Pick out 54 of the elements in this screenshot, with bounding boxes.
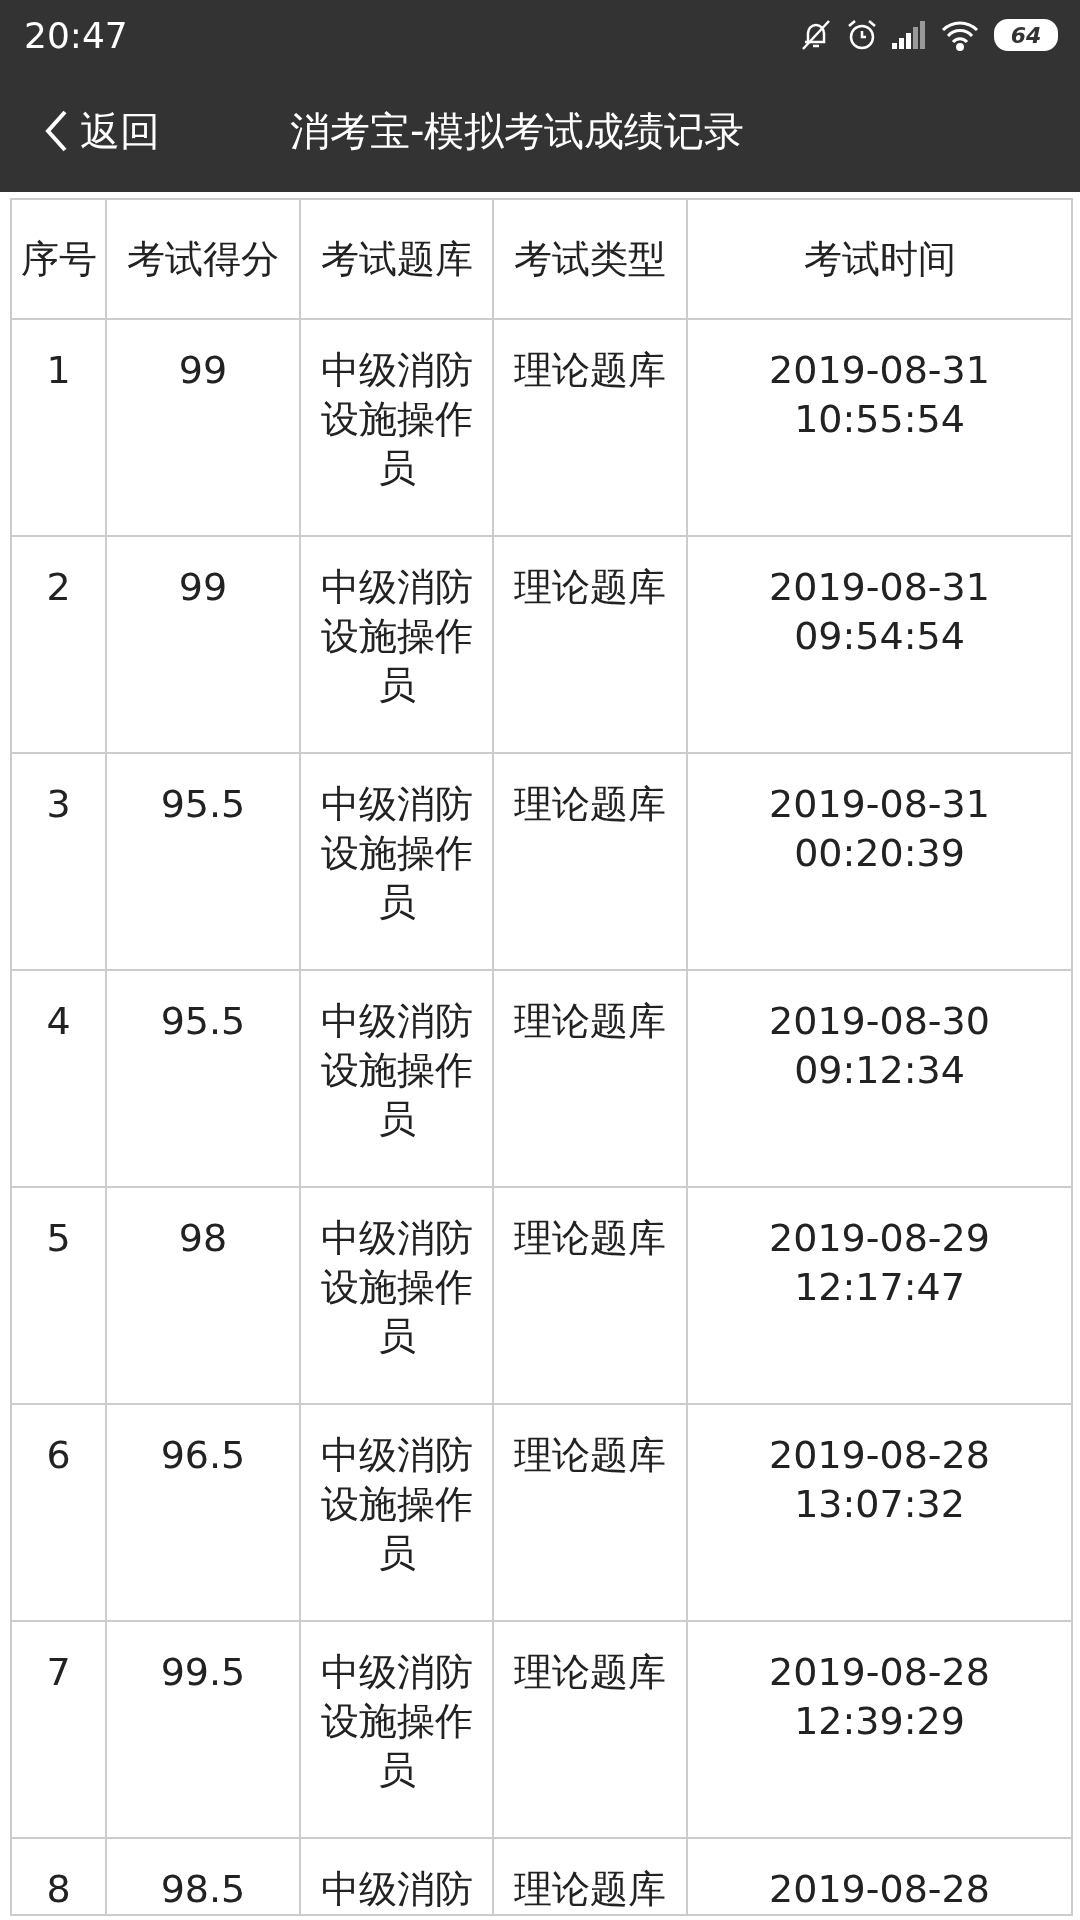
table-cell-text: 1 <box>46 347 71 394</box>
table-cell-text: 2019-08-30 09:12:34 <box>768 998 991 1094</box>
clock-time: 20:47 <box>24 14 128 56</box>
table-cell-text: 4 <box>46 998 71 1045</box>
table-cell-text: 99 <box>178 347 228 394</box>
table-cell-text: 2019-08-31 09:54:54 <box>768 564 991 660</box>
table-cell-text: 99 <box>178 564 228 611</box>
table-cell-text: 2019-08-28 13:07:32 <box>768 1432 991 1528</box>
table-cell-text: 2019-08-28 12:39:29 <box>768 1649 991 1745</box>
alarm-icon <box>846 18 878 52</box>
signal-icon <box>892 21 926 49</box>
column-header: 序号 <box>12 200 107 320</box>
table-cell-text: 中级消防设施操作员 <box>319 1215 474 1360</box>
table-cell-text: 中级消防 <box>320 1866 473 1913</box>
table-cell-text: 95.5 <box>160 781 246 828</box>
back-button[interactable]: 返回 <box>0 70 160 192</box>
table-cell-text: 理论题库 <box>514 1866 666 1913</box>
table-cell-text: 2019-08-29 12:17:47 <box>768 1215 991 1311</box>
table-cell-text: 3 <box>46 781 71 828</box>
table-cell-text: 5 <box>46 1215 71 1262</box>
table-cell-text: 中级消防设施操作员 <box>319 347 474 492</box>
table-cell-text: 95.5 <box>160 998 246 1045</box>
table-cell-text: 理论题库 <box>514 347 666 394</box>
table-cell-text: 7 <box>46 1649 71 1696</box>
table-cell-text: 2 <box>46 564 71 611</box>
table-cell-text: 96.5 <box>160 1432 246 1479</box>
page-title: 消考宝-模拟考试成绩记录 <box>290 106 745 156</box>
table-cell-text: 98.5 <box>160 1866 246 1913</box>
table-cell-text: 中级消防设施操作员 <box>319 564 474 709</box>
battery-level: 64 <box>994 19 1058 51</box>
table-cell-text: 理论题库 <box>514 1432 666 1479</box>
table-cell-text: 98 <box>178 1215 228 1262</box>
table-cell-text: 99.5 <box>160 1649 246 1696</box>
table-cell-text: 2019-08-31 00:20:39 <box>768 781 991 877</box>
table-cell-text: 中级消防设施操作员 <box>319 781 474 926</box>
back-icon <box>44 109 68 153</box>
column-header: 考试得分 <box>107 200 301 320</box>
table-cell-text: 6 <box>46 1432 71 1479</box>
wifi-icon <box>940 19 980 51</box>
bell-off-icon <box>800 18 832 52</box>
table-cell-text: 中级消防设施操作员 <box>319 1432 474 1577</box>
table-cell-text: 理论题库 <box>514 781 666 828</box>
table-cell-text: 理论题库 <box>514 1215 666 1262</box>
table-cell-text: 2019-08-28 <box>769 1866 990 1913</box>
table-cell-text: 理论题库 <box>514 564 666 611</box>
table-cell-text: 中级消防设施操作员 <box>319 1649 474 1794</box>
column-header: 考试类型 <box>494 200 688 320</box>
table-cell-text: 2019-08-31 10:55:54 <box>768 347 991 443</box>
column-header: 考试题库 <box>301 200 494 320</box>
table-cell-text: 理论题库 <box>514 998 666 1045</box>
column-header: 考试时间 <box>688 200 1073 320</box>
table-cell-text: 8 <box>46 1866 71 1913</box>
table-cell-text: 理论题库 <box>514 1649 666 1696</box>
table-cell-text: 中级消防设施操作员 <box>319 998 474 1143</box>
